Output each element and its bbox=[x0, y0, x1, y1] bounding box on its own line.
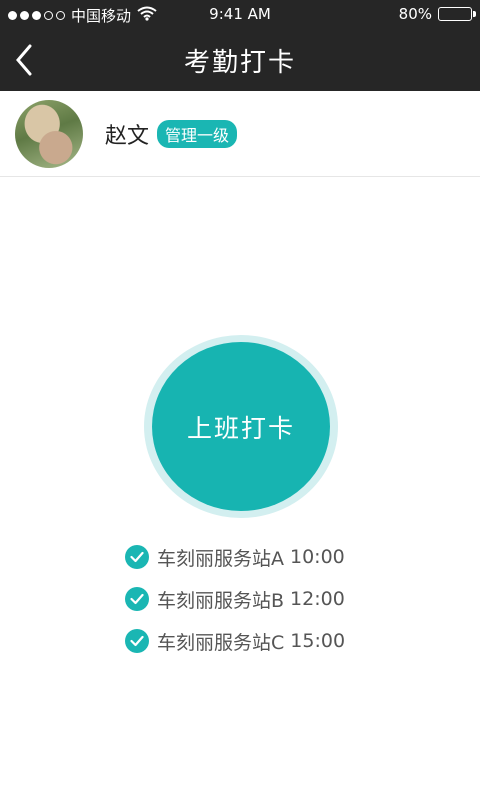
station-name: 车刻丽服务站C bbox=[157, 631, 285, 654]
station-name: 车刻丽服务站B bbox=[157, 589, 285, 612]
page-title: 考勤打卡 bbox=[183, 48, 296, 78]
check-circle-icon bbox=[125, 545, 149, 569]
user-name: 赵文 bbox=[105, 123, 150, 149]
battery-icon bbox=[438, 7, 476, 21]
station-time: 15:00 bbox=[290, 630, 346, 652]
station-list: 车刻丽服务站A 10:00 车刻丽服务站B 12:00 车刻丽服务站C 15:0… bbox=[125, 536, 345, 662]
station-time: 12:00 bbox=[290, 588, 345, 610]
station-time: 10:00 bbox=[290, 546, 345, 568]
role-badge: 管理一级 bbox=[157, 119, 238, 148]
station-name: 车刻丽服务站A bbox=[157, 547, 284, 570]
list-item: 车刻丽服务站B 12:00 bbox=[125, 578, 345, 620]
punch-in-button[interactable]: 上班打卡 bbox=[152, 342, 330, 511]
punch-button-ring: 上班打卡 bbox=[144, 335, 338, 518]
check-circle-icon bbox=[125, 587, 149, 611]
list-item: 车刻丽服务站C 15:00 bbox=[125, 620, 345, 662]
user-profile: 赵文 管理一级 bbox=[0, 91, 480, 177]
avatar[interactable] bbox=[15, 99, 83, 168]
status-bar: 中国移动 9:41 AM 80% bbox=[0, 0, 480, 30]
check-circle-icon bbox=[125, 629, 149, 653]
battery-percentage: 80% bbox=[398, 5, 432, 23]
list-item: 车刻丽服务站A 10:00 bbox=[125, 536, 345, 578]
navigation-bar: 考勤打卡 bbox=[0, 30, 480, 91]
header: 中国移动 9:41 AM 80% 考勤打卡 bbox=[0, 0, 480, 91]
